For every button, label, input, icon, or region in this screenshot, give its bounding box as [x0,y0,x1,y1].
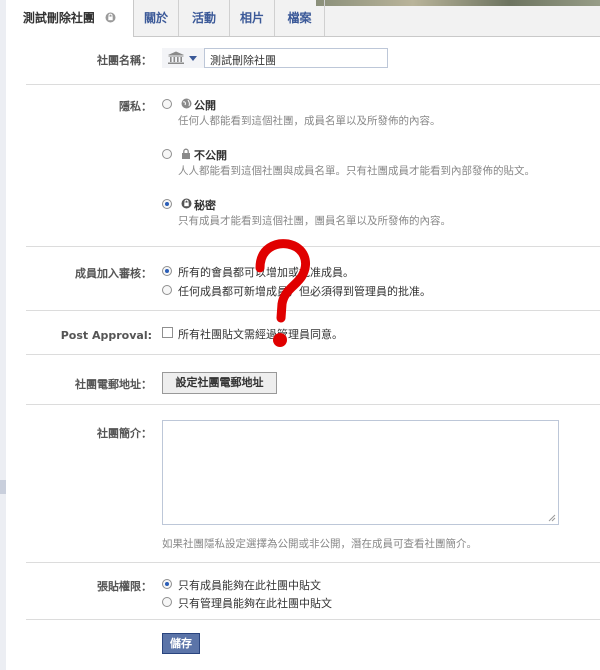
secret-icon [105,1,116,37]
posting-admins-text: 只有管理員能夠在此社團中貼文 [178,597,332,610]
privacy-closed-title: 不公開 [194,149,227,162]
chevron-down-icon [189,56,197,61]
divider [26,562,600,563]
divider [26,84,600,85]
posting-admins-radio[interactable] [162,597,172,607]
divider [26,404,600,405]
lock-icon [181,148,191,162]
resize-grip-icon[interactable] [548,514,556,522]
tab-events[interactable]: 活動 [179,0,230,36]
secret-icon [181,198,192,212]
globe-icon [181,98,192,112]
group-name-value: 測試刪除社團 [210,54,276,67]
question-mark-annotation [255,239,310,347]
privacy-secret-title: 秘密 [194,199,216,212]
scroll-marker [0,480,6,494]
privacy-secret-radio[interactable] [162,199,172,209]
save-button[interactable]: 儲存 [162,633,200,654]
membership-any-radio[interactable] [162,266,172,276]
description-label: 社團簡介： [97,427,152,440]
membership-label: 成員加入審核： [75,267,152,280]
privacy-public-title: 公開 [194,99,216,112]
privacy-closed-radio[interactable] [162,149,172,159]
posting-label: 張貼權限： [97,580,152,593]
divider [26,619,600,620]
set-group-email-button[interactable]: 設定社團電郵地址 [162,372,277,394]
cover-photo-edge [316,0,600,6]
privacy-label: 隱私： [119,100,152,113]
privacy-public-radio[interactable] [162,99,172,109]
group-name-label: 社團名稱： [97,54,152,67]
privacy-secret-desc: 只有成員才能看到這個社團，團員名單以及所發佈的內容。 [178,215,451,227]
group-icon-picker[interactable] [162,48,205,68]
description-textarea[interactable] [162,420,559,525]
tab-photos[interactable]: 相片 [230,0,275,36]
posting-members-radio[interactable] [162,579,172,589]
tab-about[interactable]: 關於 [134,0,179,36]
email-label: 社團電郵地址： [75,378,152,391]
bank-icon [167,51,185,67]
tab-files[interactable]: 檔案 [275,0,325,36]
tab-label: 測試刪除社團 [22,11,95,25]
tab-group-name[interactable]: 測試刪除社團 [6,0,134,37]
posting-members-text: 只有成員能夠在此社團中貼文 [178,579,321,592]
description-note: 如果社團隱私設定選擇為公開或非公開，潛在成員可查看社團簡介。 [162,538,477,550]
post-approval-label: Post Approval: [60,329,152,342]
privacy-public-desc: 任何人都能看到這個社團，成員名單以及所發佈的內容。 [178,115,441,127]
post-approval-checkbox[interactable] [162,327,173,338]
privacy-closed-desc: 人人都能看到這個社團與成員名單。只有社團成員才能看到內部發佈的貼文。 [178,165,535,177]
group-tab-bar: 測試刪除社團 關於 活動 相片 檔案 [6,0,600,37]
left-edge-strip [0,0,6,670]
membership-admin-radio[interactable] [162,285,172,295]
